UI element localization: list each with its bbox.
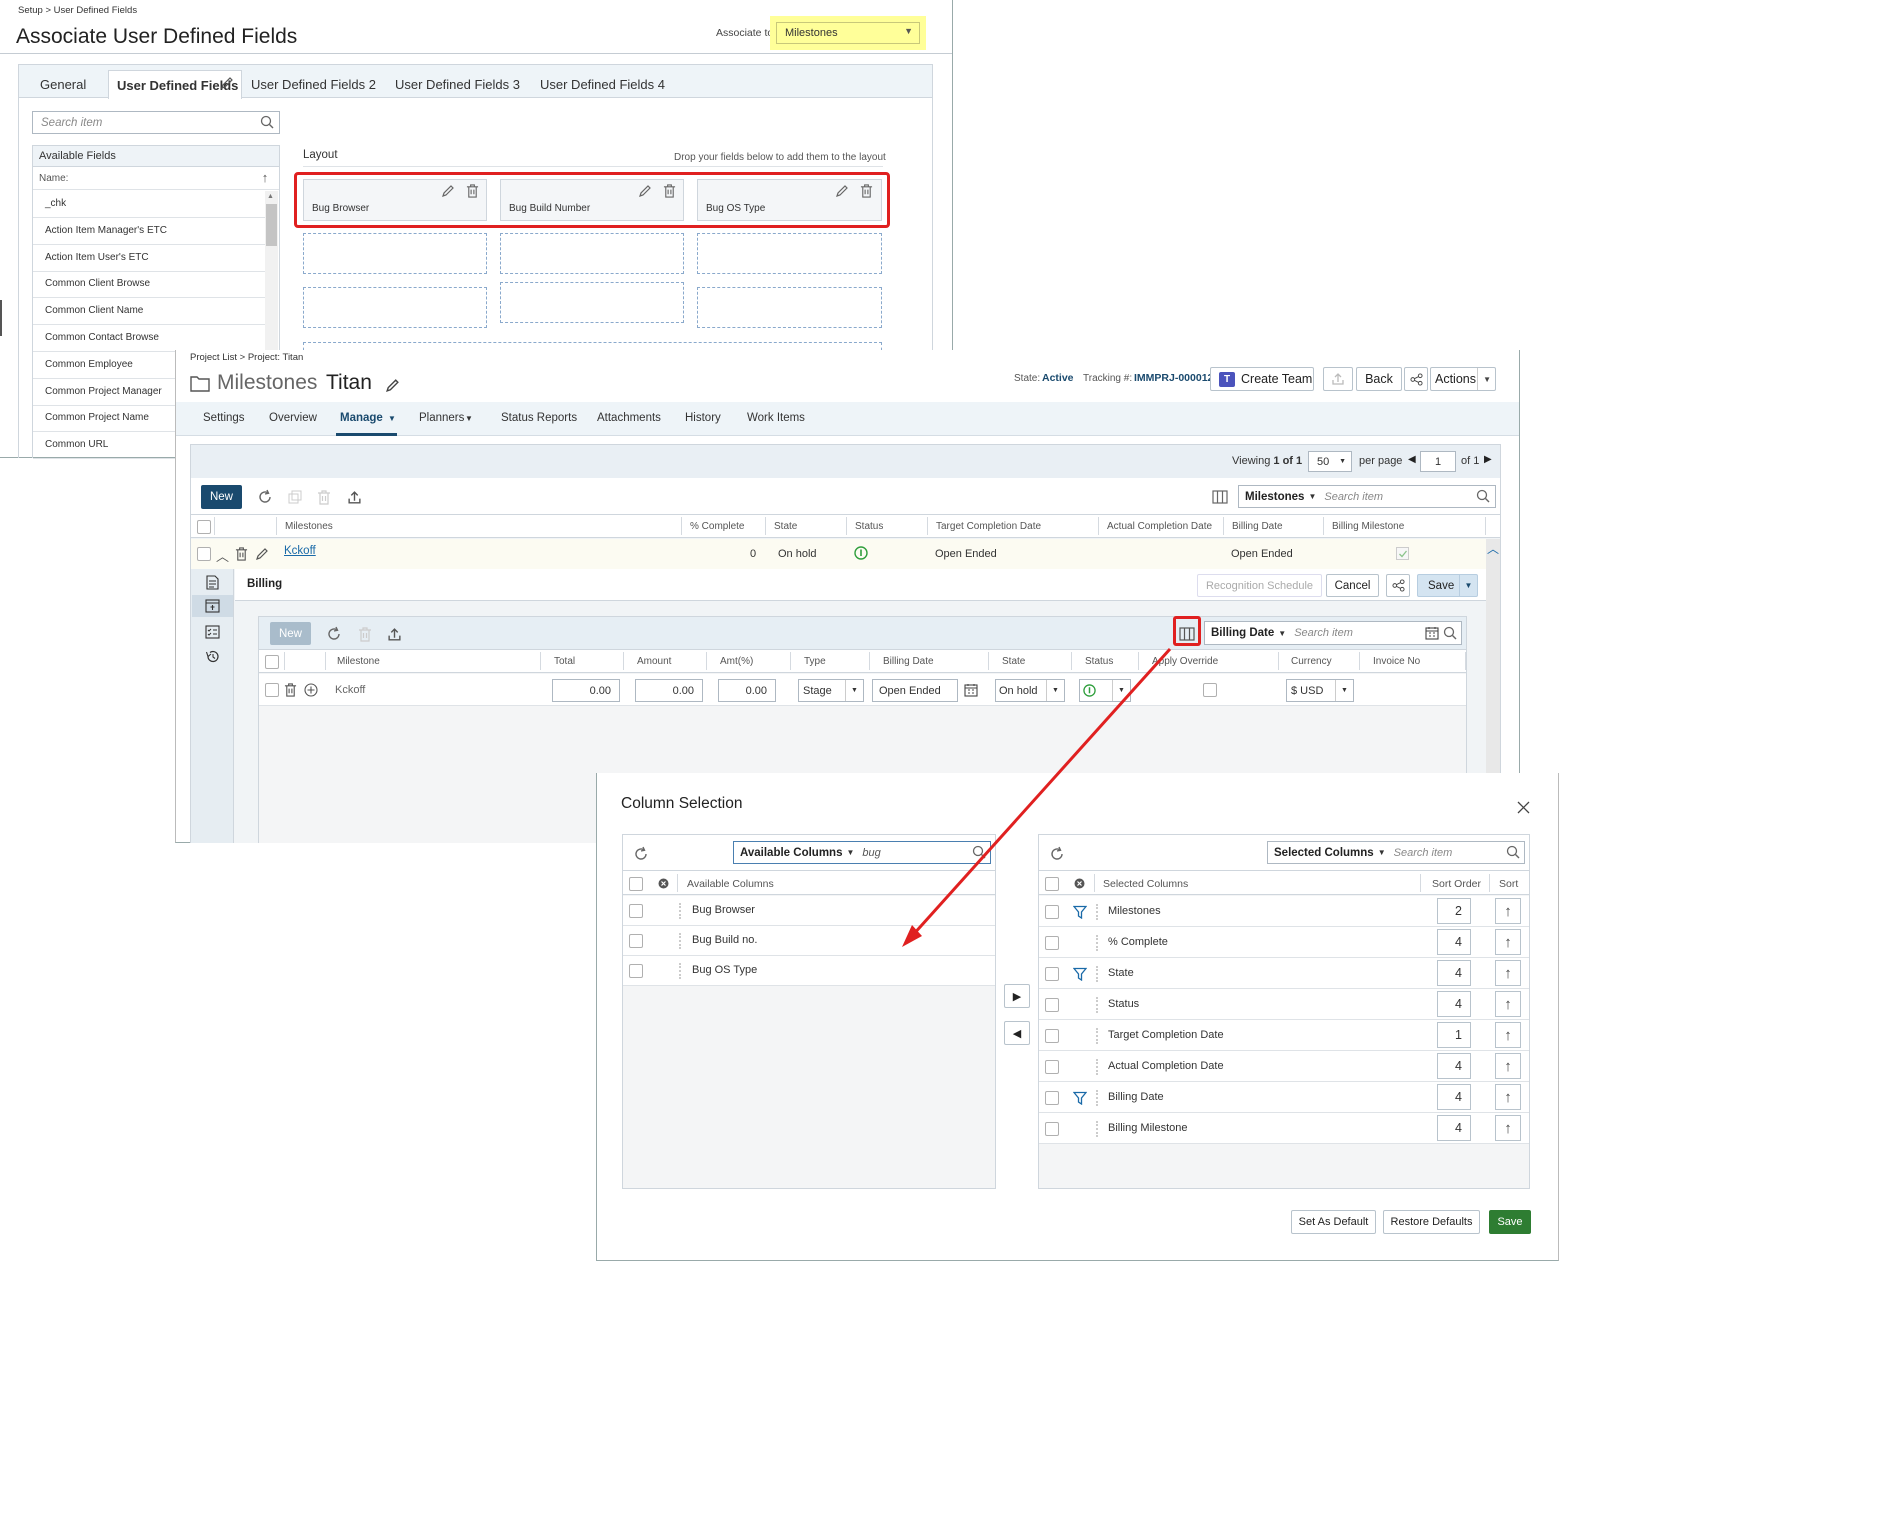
annotation-arrow — [902, 647, 1172, 947]
